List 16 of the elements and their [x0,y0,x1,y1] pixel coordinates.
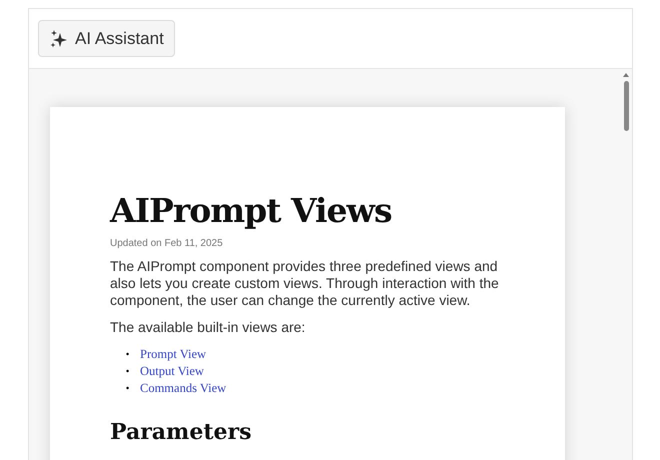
scrollbar-thumb[interactable] [624,81,628,131]
paragraph: The available built-in views are: [110,319,306,336]
view-link[interactable]: Output View [140,363,204,380]
view-link[interactable]: Prompt View [140,346,206,363]
updated-date: Updated on Feb 11, 2025 [110,238,224,249]
page-title: AIPrompt Views [110,191,393,230]
scrollbar[interactable] [622,73,630,131]
scroll-up-icon[interactable] [623,73,629,77]
section-heading: Parameters [110,419,252,445]
bullet: • [126,365,130,378]
ai-assistant-button[interactable]: AI Assistant [38,20,175,57]
paragraph: The AIPrompt component provides three predefined views and also lets you create custom views. Through interaction with the component, the user can change the currently active view. [110,258,500,309]
sparkle-icon [49,28,69,48]
bullet: • [126,382,130,395]
bullet: • [126,348,130,361]
view-link[interactable]: Commands View [140,380,226,397]
